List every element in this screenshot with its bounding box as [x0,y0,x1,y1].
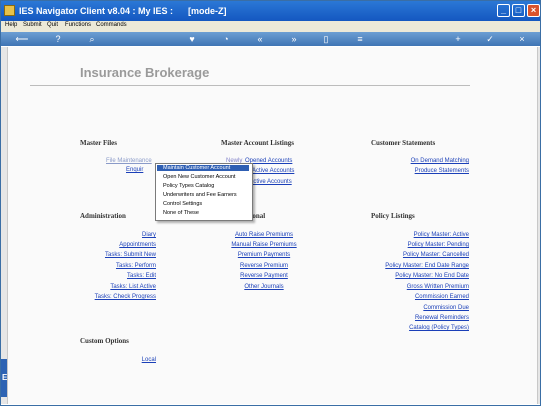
section-custom-options: Custom Options [80,337,129,345]
help-icon[interactable]: ? [53,34,63,44]
link-tasks-perform[interactable]: Tasks: Perform [58,263,156,269]
application-window: IES Navigator Client v8.04 : My IES : [m… [0,0,541,406]
link-auto-raise-premiums[interactable]: Auto Raise Premiums [214,232,314,238]
close-window-icon[interactable]: × [527,4,540,17]
heart-icon[interactable]: ♥ [187,34,197,44]
menu-help[interactable]: Help [5,22,17,28]
link-premium-payments[interactable]: Premium Payments [214,252,314,258]
menu-commands[interactable]: Commands [96,22,127,28]
popup-item-maintain-customer-account[interactable]: Maintain Customer Account [157,165,249,171]
maximize-icon[interactable]: □ [512,4,525,17]
link-on-demand-matching[interactable]: On Demand Matching [369,158,469,164]
link-policy-master-active[interactable]: Policy Master: Active [349,232,469,238]
link-other-journals[interactable]: Other Journals [214,284,314,290]
link-gross-written-premium[interactable]: Gross Written Premium [349,284,469,290]
link-catalog-policy-types[interactable]: Catalog (Policy Types) [349,325,469,331]
section-master-account-listings: Master Account Listings [221,139,294,147]
link-commission-earned[interactable]: Commission Earned [349,294,469,300]
link-diary[interactable]: Diary [58,232,156,238]
minimize-icon[interactable]: _ [497,4,510,17]
link-tasks-list-active[interactable]: Tasks: List Active [58,284,156,290]
popup-item-underwriters-and-fee-earners[interactable]: Underwriters and Fee Earners [163,192,237,198]
check-icon[interactable]: ✓ [485,34,495,44]
link-tasks-submit-new[interactable]: Tasks: Submit New [58,252,156,258]
link-commission-due[interactable]: Commission Due [349,305,469,311]
main-content: Insurance Brokerage Master Files File Ma… [7,47,538,404]
menu-bar: Help Submit Quit Functions Commands [1,21,540,32]
popup-item-control-settings[interactable]: Control Settings [163,201,202,207]
link-active-accounts[interactable]: Active Accounts [252,168,294,174]
divider [30,85,470,86]
link-tasks-check-progress[interactable]: Tasks: Check Progress [58,294,156,300]
link-policy-master-pending[interactable]: Policy Master: Pending [349,242,469,248]
link-reverse-premium[interactable]: Reverse Premium [214,263,314,269]
section-administration: Administration [80,212,126,220]
section-customer-statements: Customer Statements [371,139,436,147]
link-policy-master-cancelled[interactable]: Policy Master: Cancelled [349,252,469,258]
section-master-files: Master Files [80,139,117,147]
back-arrow-icon[interactable]: ⟵ [13,34,31,44]
link-reverse-payment[interactable]: Reverse Payment [214,273,314,279]
link-policy-master-end-date-range[interactable]: Policy Master: End Date Range [349,263,469,269]
rewind-icon[interactable]: « [255,34,265,44]
popup-item-open-new-customer-account[interactable]: Open New Customer Account [163,174,235,180]
link-enquiry[interactable]: Enquir [126,167,143,173]
clock-icon[interactable]: ◔ [221,34,231,44]
link-tasks-edit[interactable]: Tasks: Edit [58,273,156,279]
title-bar: IES Navigator Client v8.04 : My IES : [m… [1,1,540,21]
popup-item-none-of-these[interactable]: None of These [163,210,199,216]
fast-forward-icon[interactable]: » [289,34,299,44]
search-icon[interactable]: ⌕ [87,34,97,44]
add-icon[interactable]: + [453,34,463,44]
menu-functions[interactable]: Functions [65,22,91,28]
menu-submit[interactable]: Submit [23,22,42,28]
link-local[interactable]: Local [58,357,156,363]
file-maintenance-popup-menu: Maintain Customer Account Open New Custo… [155,163,253,221]
page-icon[interactable]: ▯ [321,34,331,44]
toolbar: ⟵ ? ⌕ ♥ ◔ « » ▯ ≡ + ✓ × [1,32,540,46]
app-icon [4,5,15,16]
close-icon[interactable]: × [517,34,527,44]
menu-icon[interactable]: ≡ [355,34,365,44]
window-title: IES Navigator Client v8.04 : My IES : [m… [19,6,227,16]
link-appointments[interactable]: Appointments [58,242,156,248]
menu-quit[interactable]: Quit [47,22,58,28]
link-file-maintenance[interactable]: File Maintenance [106,158,152,164]
popup-item-policy-types-catalog[interactable]: Policy Types Catalog [163,183,214,189]
section-policy-listings: Policy Listings [371,212,415,220]
page-title: Insurance Brokerage [80,65,210,80]
link-renewal-reminders[interactable]: Renewal Reminders [349,315,469,321]
link-manual-raise-premiums[interactable]: Manual Raise Premiums [214,242,314,248]
link-produce-statements[interactable]: Produce Statements [369,168,469,174]
link-policy-master-no-end-date[interactable]: Policy Master: No End Date [349,273,469,279]
